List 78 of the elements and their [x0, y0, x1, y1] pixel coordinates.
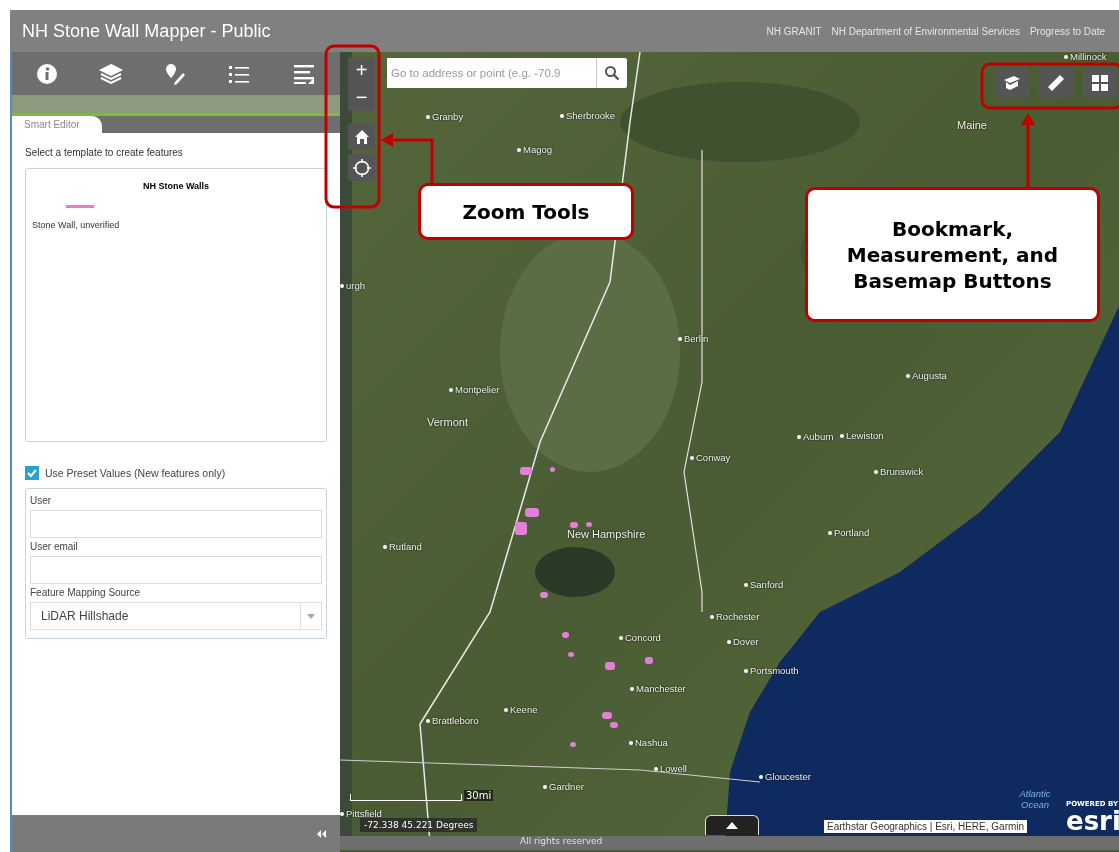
map-place-label: Concord [619, 632, 661, 643]
stone-wall-feature [586, 522, 592, 527]
zoom-in-button[interactable]: + [348, 57, 375, 84]
field-label: User email [30, 541, 78, 552]
map-place-label: Magog [517, 144, 553, 155]
map-place-label: Gloucester [759, 771, 811, 782]
map-place-label: Auburn [797, 431, 834, 442]
source-dropdown[interactable]: LiDAR Hillshade [30, 602, 322, 630]
template-group-title: NH Stone Walls [141, 181, 211, 191]
preset-label: Use Preset Values (New features only) [45, 467, 226, 479]
stone-wall-feature [525, 508, 539, 517]
basemap-button[interactable] [1083, 68, 1117, 98]
map-place-label: Brunswick [874, 466, 924, 477]
grid-icon [1091, 74, 1109, 92]
rights-text: All rights reserved [340, 836, 1119, 850]
preset-checkbox[interactable] [25, 466, 39, 480]
map-place-label: Lowell [654, 763, 687, 774]
app-title: NH Stone Wall Mapper - Public [22, 20, 271, 42]
measure-button[interactable] [1039, 68, 1073, 98]
template-item[interactable]: Stone Wall, unverified [32, 205, 120, 230]
stone-wall-feature [520, 467, 532, 475]
stone-wall-feature [605, 662, 615, 670]
callout-label: Bookmark, Measurement, and Basemap Buttons [805, 187, 1100, 322]
map-place-label: Portsmouth [744, 665, 799, 676]
map-place-label: Lewiston [840, 430, 884, 441]
map-place-label: Brattleboro [426, 715, 479, 726]
home-button[interactable] [348, 123, 375, 150]
search-field[interactable]: Go to address or point (e.g. -70.9 [387, 58, 627, 88]
collapse-icon[interactable] [316, 829, 326, 838]
map-place-label: Vermont [427, 416, 468, 428]
map-place-label: Millinock [1064, 52, 1107, 62]
map-place-label: Sherbrooke [560, 110, 616, 121]
field-label: User [30, 495, 52, 506]
map-place-label: Manchester [630, 683, 686, 694]
map-place-label: Portland [828, 527, 870, 538]
input-field[interactable] [30, 510, 322, 538]
map-place-label: Gardner [543, 781, 584, 792]
map-place-label: Keene [504, 704, 538, 715]
map-place-label: Augusta [906, 370, 947, 381]
field-label: Feature Mapping Source [30, 587, 141, 598]
ruler-icon [1046, 73, 1066, 93]
map-place-label: Granby [426, 111, 464, 122]
caret-up-icon [726, 822, 738, 829]
stone-wall-feature [562, 632, 569, 638]
map-place-label: Rochester [710, 611, 760, 622]
expand-tab-button[interactable] [705, 815, 759, 835]
stone-wall-feature [568, 652, 574, 657]
map-place-label: Berlin [678, 333, 709, 344]
instruction-text: Select a template to create features [25, 147, 184, 158]
esri-logo[interactable]: esri [1066, 806, 1119, 836]
map-place-label: New Hampshire [567, 528, 646, 540]
stone-wall-feature [645, 657, 653, 664]
stone-wall-feature [550, 467, 555, 472]
map-place-label: Montpelier [449, 384, 500, 395]
zoom-out-button[interactable]: − [348, 84, 375, 111]
stone-wall-feature [540, 592, 548, 598]
map-place-label: urgh [340, 280, 365, 291]
stone-wall-feature [570, 742, 576, 747]
bookmark-button[interactable] [995, 68, 1029, 98]
map-place-label: Rutland [383, 541, 422, 552]
map-place-label: Atlantic Ocean [1018, 788, 1052, 810]
stone-wall-feature [515, 522, 527, 535]
map-attribution: Earthstar Geographics | Esri, HERE, Garmin [824, 820, 1028, 833]
crosshair-icon [352, 158, 371, 177]
scale-label: 30mi [464, 790, 494, 801]
smart-editor-tab[interactable]: Smart Editor [12, 116, 102, 133]
callout-arrow [381, 133, 434, 183]
locate-button[interactable] [348, 154, 375, 181]
map-place-label: Maine [957, 119, 987, 131]
map-place-label: Conway [690, 452, 731, 463]
map-place-label: Nashua [629, 737, 668, 748]
home-icon [353, 128, 370, 145]
map-place-label: Pittsfield [340, 808, 382, 819]
map-place-label: Sanford [744, 579, 784, 590]
input-field[interactable] [30, 556, 322, 584]
map-place-label: Dover [727, 636, 759, 647]
callout-label: Zoom Tools [418, 183, 634, 240]
coordinates-readout: -72.338 45.221 Degrees [360, 818, 478, 832]
